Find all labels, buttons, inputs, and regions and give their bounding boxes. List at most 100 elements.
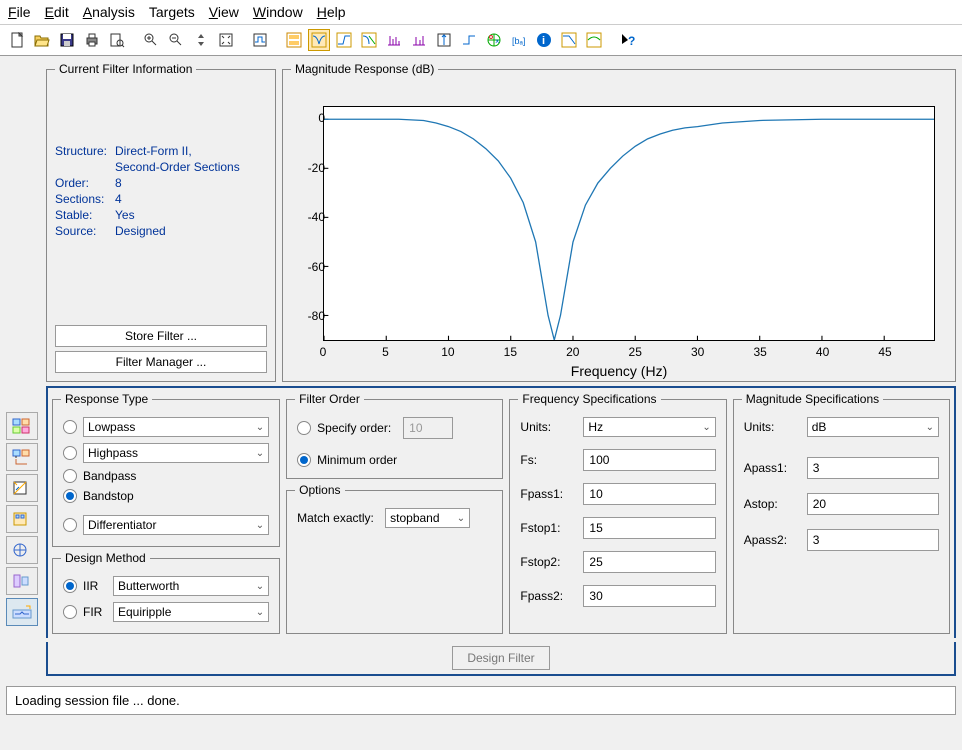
open-icon[interactable] [31, 29, 53, 51]
zoom-y-icon[interactable] [190, 29, 212, 51]
freq-units-label: Units: [520, 420, 575, 434]
phase-delay-icon[interactable] [408, 29, 430, 51]
mag-units-combo[interactable]: dB [807, 417, 939, 437]
source-value: Designed [115, 224, 267, 238]
x-tick: 5 [382, 345, 389, 359]
fs-label: Fs: [520, 453, 575, 467]
iir-combo[interactable]: Butterworth [113, 576, 269, 596]
x-tick: 40 [816, 345, 829, 359]
match-exactly-combo[interactable]: stopband [385, 508, 470, 528]
svg-text:[bₐ]: [bₐ] [512, 36, 525, 46]
mag-response-title: Magnitude Response (dB) [291, 62, 438, 76]
specify-order-input: 10 [403, 417, 453, 439]
zoom-fit-icon[interactable] [215, 29, 237, 51]
mode-7-icon[interactable] [6, 598, 38, 626]
menu-analysis[interactable]: Analysis [83, 4, 135, 20]
specify-order-label: Specify order: [317, 421, 397, 435]
response-type-title: Response Type [61, 392, 152, 406]
fstop2-input[interactable]: 25 [583, 551, 715, 573]
lowpass-radio[interactable] [63, 420, 77, 434]
apass2-input[interactable]: 3 [807, 529, 939, 551]
fir-radio[interactable] [63, 605, 77, 619]
group-delay-icon[interactable] [383, 29, 405, 51]
mag-spec-title: Magnitude Specifications [742, 392, 883, 406]
differentiator-combo[interactable]: Differentiator [83, 515, 269, 535]
phase-response-icon[interactable] [333, 29, 355, 51]
impulse-icon[interactable] [433, 29, 455, 51]
y-tick: -20 [293, 161, 325, 175]
full-view-icon[interactable] [283, 29, 305, 51]
fpass1-input[interactable]: 10 [583, 483, 715, 505]
magnitude-response-panel: Magnitude Response (dB) Magnitude (dB) F… [282, 62, 956, 382]
highpass-radio[interactable] [63, 446, 77, 460]
structure-label: Structure: [55, 144, 115, 158]
freq-spec-title: Frequency Specifications [518, 392, 660, 406]
mode-5-icon[interactable] [6, 536, 38, 564]
mode-4-icon[interactable] [6, 505, 38, 533]
design-filter-button[interactable]: Design Filter [452, 646, 549, 670]
filter-manager-button[interactable]: Filter Manager ... [55, 351, 267, 373]
mode-1-icon[interactable] [6, 412, 38, 440]
step-icon[interactable] [458, 29, 480, 51]
mag-phase-icon[interactable] [358, 29, 380, 51]
zoom-out-icon[interactable] [165, 29, 187, 51]
structure-value-2: Second-Order Sections [115, 160, 267, 174]
bandstop-label: Bandstop [83, 489, 134, 503]
fir-combo[interactable]: Equiripple [113, 602, 269, 622]
menu-view[interactable]: View [209, 4, 239, 20]
fpass1-label: Fpass1: [520, 487, 575, 501]
fpass2-input[interactable]: 30 [583, 585, 715, 607]
menu-targets[interactable]: Targets [149, 4, 195, 20]
mode-3-icon[interactable] [6, 474, 38, 502]
info-icon[interactable]: i [533, 29, 555, 51]
fstop2-label: Fstop2: [520, 555, 575, 569]
minimum-order-label: Minimum order [317, 453, 397, 467]
astop-input[interactable]: 20 [807, 493, 939, 515]
apass1-input[interactable]: 3 [807, 457, 939, 479]
apass1-label: Apass1: [744, 461, 799, 475]
differentiator-radio[interactable] [63, 518, 77, 532]
pole-zero-icon[interactable]: × [483, 29, 505, 51]
mode-2-icon[interactable] [6, 443, 38, 471]
fstop1-input[interactable]: 15 [583, 517, 715, 539]
x-tick: 45 [878, 345, 891, 359]
status-bar: Loading session file ... done. [6, 686, 956, 715]
highpass-combo[interactable]: Highpass [83, 443, 269, 463]
menu-edit[interactable]: Edit [45, 4, 69, 20]
apass2-label: Apass2: [744, 533, 799, 547]
zoom-in-icon[interactable] [140, 29, 162, 51]
save-icon[interactable] [56, 29, 78, 51]
menu-help[interactable]: Help [317, 4, 346, 20]
match-exactly-label: Match exactly: [297, 511, 377, 525]
x-tick: 25 [629, 345, 642, 359]
response-type-panel: Response Type Lowpass Highpass Bandpass … [52, 392, 280, 547]
mode-6-icon[interactable] [6, 567, 38, 595]
context-help-icon[interactable]: ? [617, 29, 639, 51]
minimum-order-radio[interactable] [297, 453, 311, 467]
fs-input[interactable]: 100 [583, 449, 715, 471]
lowpass-combo[interactable]: Lowpass [83, 417, 269, 437]
order-label: Order: [55, 176, 115, 190]
y-tick: 0 [293, 111, 325, 125]
magnitude-est-icon[interactable] [558, 29, 580, 51]
design-method-panel: Design Method IIRButterworth FIREquiripp… [52, 551, 280, 634]
toolbar: × [bₐ] i ? [0, 25, 962, 56]
iir-radio[interactable] [63, 579, 77, 593]
specify-order-radio[interactable] [297, 421, 311, 435]
fstop1-label: Fstop1: [520, 521, 575, 535]
round-off-icon[interactable] [583, 29, 605, 51]
mag-response-icon[interactable] [308, 29, 330, 51]
bandstop-radio[interactable] [63, 489, 77, 503]
freq-units-combo[interactable]: Hz [583, 417, 715, 437]
new-icon[interactable] [6, 29, 28, 51]
coefficients-icon[interactable]: [bₐ] [508, 29, 530, 51]
store-filter-button[interactable]: Store Filter ... [55, 325, 267, 347]
filter-specs-icon[interactable] [249, 29, 271, 51]
bandpass-radio[interactable] [63, 469, 77, 483]
print-icon[interactable] [81, 29, 103, 51]
filter-order-title: Filter Order [295, 392, 364, 406]
print-preview-icon[interactable] [106, 29, 128, 51]
menu-file[interactable]: File [8, 4, 31, 20]
menu-window[interactable]: Window [253, 4, 303, 20]
svg-text:?: ? [628, 34, 635, 48]
